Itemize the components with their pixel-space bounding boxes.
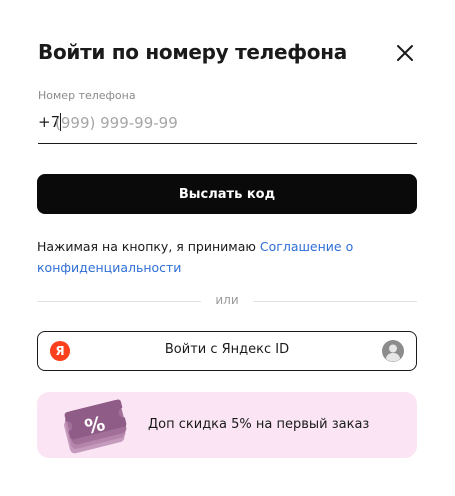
phone-label: Номер телефона — [38, 89, 136, 102]
text-cursor — [60, 113, 61, 131]
login-dialog: Войти по номеру телефона Номер телефона … — [0, 0, 455, 496]
phone-field[interactable]: +7 — [38, 110, 417, 144]
phone-input[interactable] — [55, 110, 395, 136]
discount-percent-tickets-icon: % — [64, 399, 127, 454]
divider-line-right — [253, 301, 417, 302]
promo-text: Доп скидка 5% на первый заказ — [148, 417, 370, 432]
promo-banner[interactable]: % Доп скидка 5% на первый заказ — [37, 392, 417, 458]
send-code-button[interactable]: Выслать код — [37, 174, 417, 214]
yandex-button-label: Войти с Яндекс ID — [164, 342, 290, 357]
divider-label: или — [215, 293, 239, 307]
dialog-title: Войти по номеру телефона — [38, 40, 347, 64]
agreement-text: Нажимая на кнопку, я принимаю Соглашение… — [37, 236, 397, 278]
close-button[interactable] — [393, 41, 417, 65]
yandex-id-button[interactable]: Я Войти с Яндекс ID — [37, 331, 417, 371]
agreement-prefix: Нажимая на кнопку, я принимаю — [37, 239, 260, 254]
user-avatar-icon — [382, 340, 404, 362]
close-icon — [397, 45, 413, 61]
or-divider: или — [37, 293, 417, 311]
